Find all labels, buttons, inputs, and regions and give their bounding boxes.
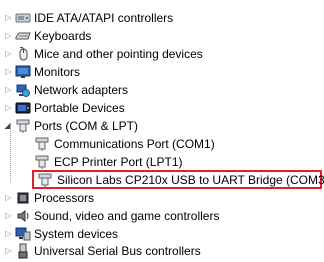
expand-arrow-icon[interactable]: ▷ (4, 67, 13, 76)
tree-item-label: Ports (COM & LPT) (34, 119, 139, 133)
monitor-icon (15, 64, 31, 80)
keyboard-icon (15, 28, 31, 44)
tree-item-label: Universal Serial Bus controllers (34, 244, 201, 258)
system-device-icon (15, 226, 31, 242)
expand-arrow-icon[interactable]: ▷ (4, 31, 13, 40)
expand-arrow-icon[interactable]: ▷ (4, 193, 13, 202)
expand-arrow-icon[interactable]: ▷ (4, 85, 13, 94)
tree-item-communications-port[interactable]: Communications Port (COM1) (0, 135, 324, 153)
tree-item-network-adapters[interactable]: ▷ Network adapters (0, 81, 324, 99)
tree-item-label: Silicon Labs CP210x USB to UART Bridge (… (57, 173, 324, 187)
tree-item-usb-controllers[interactable]: ▷ Universal Serial Bus controllers (0, 242, 324, 260)
port-icon (34, 136, 50, 152)
tree-item-label: ECP Printer Port (LPT1) (54, 155, 183, 169)
tree-item-processors[interactable]: ▷ Processors (0, 189, 324, 207)
tree-item-label: Mice and other pointing devices (34, 47, 203, 61)
tree-item-silicon-labs-bridge[interactable]: Silicon Labs CP210x USB to UART Bridge (… (0, 171, 324, 189)
tree-item-sound-video-game[interactable]: ▷ Sound, video and game controllers (0, 207, 324, 225)
tree-item-keyboards[interactable]: ▷ Keyboards (0, 27, 324, 45)
tree-item-portable-devices[interactable]: ▷ Portable Devices (0, 99, 324, 117)
device-tree: ▷ IDE ATA/ATAPI controllers ▷ Keyboards … (0, 0, 324, 259)
expand-arrow-icon[interactable]: ▷ (4, 246, 13, 255)
expand-arrow-icon[interactable]: ▷ (4, 229, 13, 238)
tree-item-label: Keyboards (34, 29, 92, 43)
tree-item-label: System devices (34, 227, 119, 241)
mouse-icon (15, 46, 31, 62)
sound-icon (15, 208, 31, 224)
expand-arrow-icon[interactable]: ▷ (4, 13, 13, 22)
port-icon (15, 118, 31, 134)
port-icon (37, 172, 53, 188)
processor-icon (15, 190, 31, 206)
network-adapter-icon (15, 82, 31, 98)
tree-item-ports[interactable]: ◢ Ports (COM & LPT) (0, 117, 324, 135)
tree-item-label: Network adapters (34, 83, 129, 97)
tree-item-monitors[interactable]: ▷ Monitors (0, 63, 324, 81)
tree-item-label: Communications Port (COM1) (54, 137, 215, 151)
tree-item-label: Monitors (34, 65, 81, 79)
tree-item-label: Sound, video and game controllers (34, 209, 220, 223)
usb-icon (15, 243, 31, 259)
tree-item-system-devices[interactable]: ▷ System devices (0, 225, 324, 243)
ide-controller-icon (15, 10, 31, 26)
tree-item-label: Processors (34, 191, 95, 205)
tree-item-label: Portable Devices (34, 101, 125, 115)
expand-arrow-icon[interactable]: ▷ (4, 49, 13, 58)
tree-item-ecp-printer-port[interactable]: ECP Printer Port (LPT1) (0, 153, 324, 171)
portable-device-icon (15, 100, 31, 116)
expand-arrow-icon[interactable]: ▷ (4, 103, 13, 112)
tree-item-ide-controllers[interactable]: ▷ IDE ATA/ATAPI controllers (0, 9, 324, 27)
tree-item-label: IDE ATA/ATAPI controllers (34, 11, 174, 25)
port-icon (34, 154, 50, 170)
tree-item-mice[interactable]: ▷ Mice and other pointing devices (0, 45, 324, 63)
expand-arrow-icon[interactable]: ▷ (4, 211, 13, 220)
